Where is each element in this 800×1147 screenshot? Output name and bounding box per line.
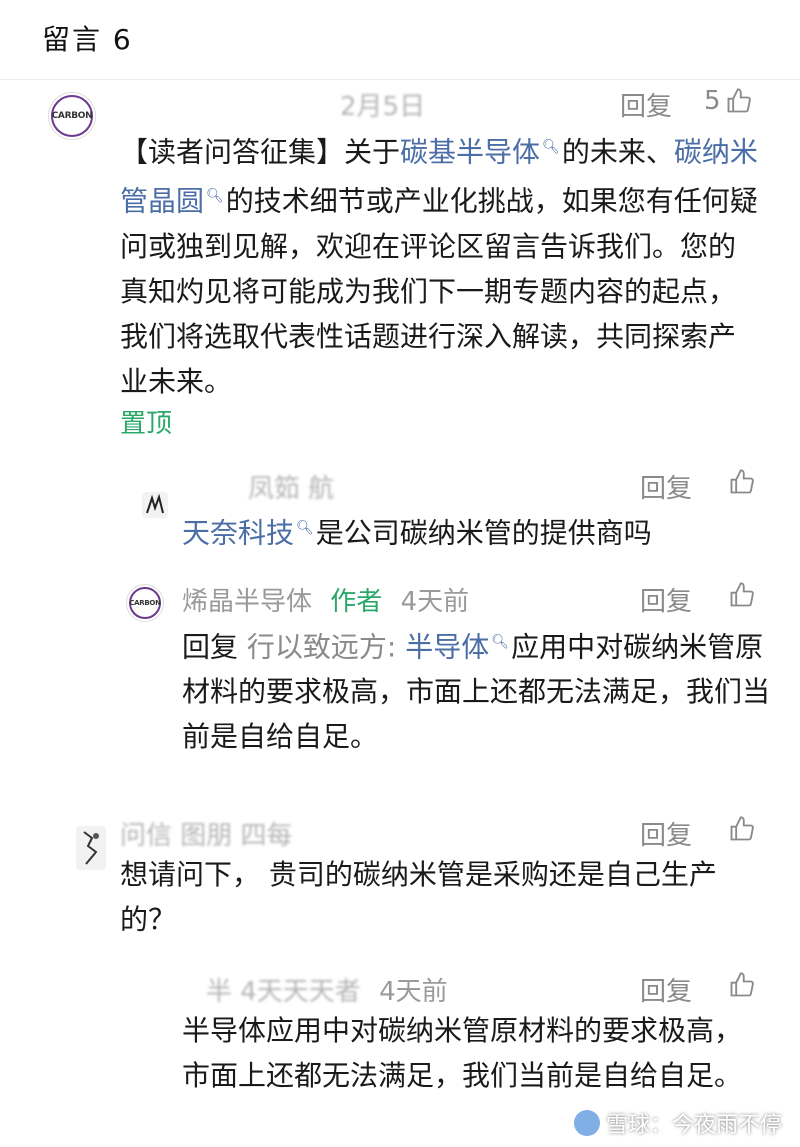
thumbs-up-icon <box>730 582 754 607</box>
pinned-badge: 置顶 <box>120 409 173 439</box>
xueqiu-logo-icon <box>573 1110 600 1136</box>
comment-time: 4天前 <box>379 977 448 1007</box>
avatar[interactable]: CARBON <box>48 92 96 140</box>
reply-button[interactable]: 回复 <box>640 468 692 505</box>
company-link[interactable]: 天奈科技 <box>182 516 294 549</box>
comments-header: 留言 6 <box>0 0 800 80</box>
avatar-label: CARBON <box>129 599 161 607</box>
sketch-avatar-icon <box>83 831 99 865</box>
avatar-label: CARBON <box>51 111 93 121</box>
comment-username[interactable]: 烯晶半导体 <box>182 587 312 617</box>
like-button[interactable] <box>728 468 756 496</box>
like-button[interactable]: 5 <box>704 86 753 116</box>
comment-body: 天奈科技 🔍︎是公司碳纳米管的提供商吗 <box>182 506 772 555</box>
reply-button[interactable]: 回复 <box>640 815 692 852</box>
search-icon: 🔍︎ <box>542 139 560 155</box>
reply-prefix: 回复 <box>182 630 239 664</box>
author-badge: 作者 <box>330 587 383 617</box>
topic-link[interactable]: 碳基半导体 <box>400 135 540 168</box>
comment-meta: 烯晶半导体 作者 4天前 <box>182 581 469 618</box>
comment-username: 凤筎 航 <box>248 474 335 504</box>
thumbs-up-icon <box>730 816 754 841</box>
search-icon: 🔍︎ <box>206 188 224 205</box>
watermark-text: 雪球：今夜雨不停 <box>605 1113 782 1138</box>
thumbs-up-icon <box>727 88 751 113</box>
comment-body: 想请问下， 贵司的碳纳米管是采购还是自己生产的？ <box>120 858 717 936</box>
sketch-avatar-icon <box>146 494 164 514</box>
comment-time: 4天前 <box>400 587 470 617</box>
topic-link[interactable]: 半导体 <box>405 630 489 663</box>
reply-button[interactable]: 回复 <box>640 581 692 618</box>
comment-body: 【读者问答征集】关于碳基半导体 🔍︎的未来、碳纳米管晶圆 🔍︎的技术细节或产业化挑战… <box>120 125 760 404</box>
like-button[interactable] <box>728 971 756 999</box>
comment-username: 问信 图朋 四每 <box>120 821 293 851</box>
comments-title: 留言 6 <box>42 23 133 56</box>
like-count: 5 <box>704 86 721 116</box>
comment-body: 半导体应用中对碳纳米管原材料的要求极高，市面上还都无法满足，我们当前是自给自足。 <box>182 1014 743 1092</box>
comment-text: 【读者问答征集】关于 <box>120 135 401 169</box>
avatar[interactable] <box>76 826 106 870</box>
reply-button[interactable]: 回复 <box>640 971 692 1008</box>
search-icon: 🔍︎ <box>491 634 510 650</box>
comment-username[interactable]: 半 4天天天者 <box>206 977 361 1007</box>
thumbs-up-icon <box>730 972 754 997</box>
comment-text: 的未来、 <box>561 135 674 169</box>
like-button[interactable] <box>728 815 756 843</box>
comment-text: 是公司碳纳米管的提供商吗 <box>315 516 652 550</box>
avatar[interactable] <box>142 492 168 518</box>
reply-button[interactable]: 回复 <box>620 86 672 123</box>
comment-meta: 半 4天天天者 4天前 <box>206 971 448 1008</box>
thumbs-up-icon <box>730 469 754 494</box>
like-button[interactable] <box>728 581 756 609</box>
avatar[interactable]: CARBON <box>126 584 164 622</box>
watermark: 雪球：今夜雨不停 <box>573 1107 782 1139</box>
quoted-user[interactable]: 行以致远方: <box>247 630 396 663</box>
search-icon: 🔍︎ <box>296 520 314 536</box>
comment-body: 回复 行以致远方: 半导体 🔍︎应用中对碳纳米管原材料的要求极高，市面上还都无法满… <box>182 620 772 759</box>
comment-date: 2月5日 <box>340 92 426 122</box>
